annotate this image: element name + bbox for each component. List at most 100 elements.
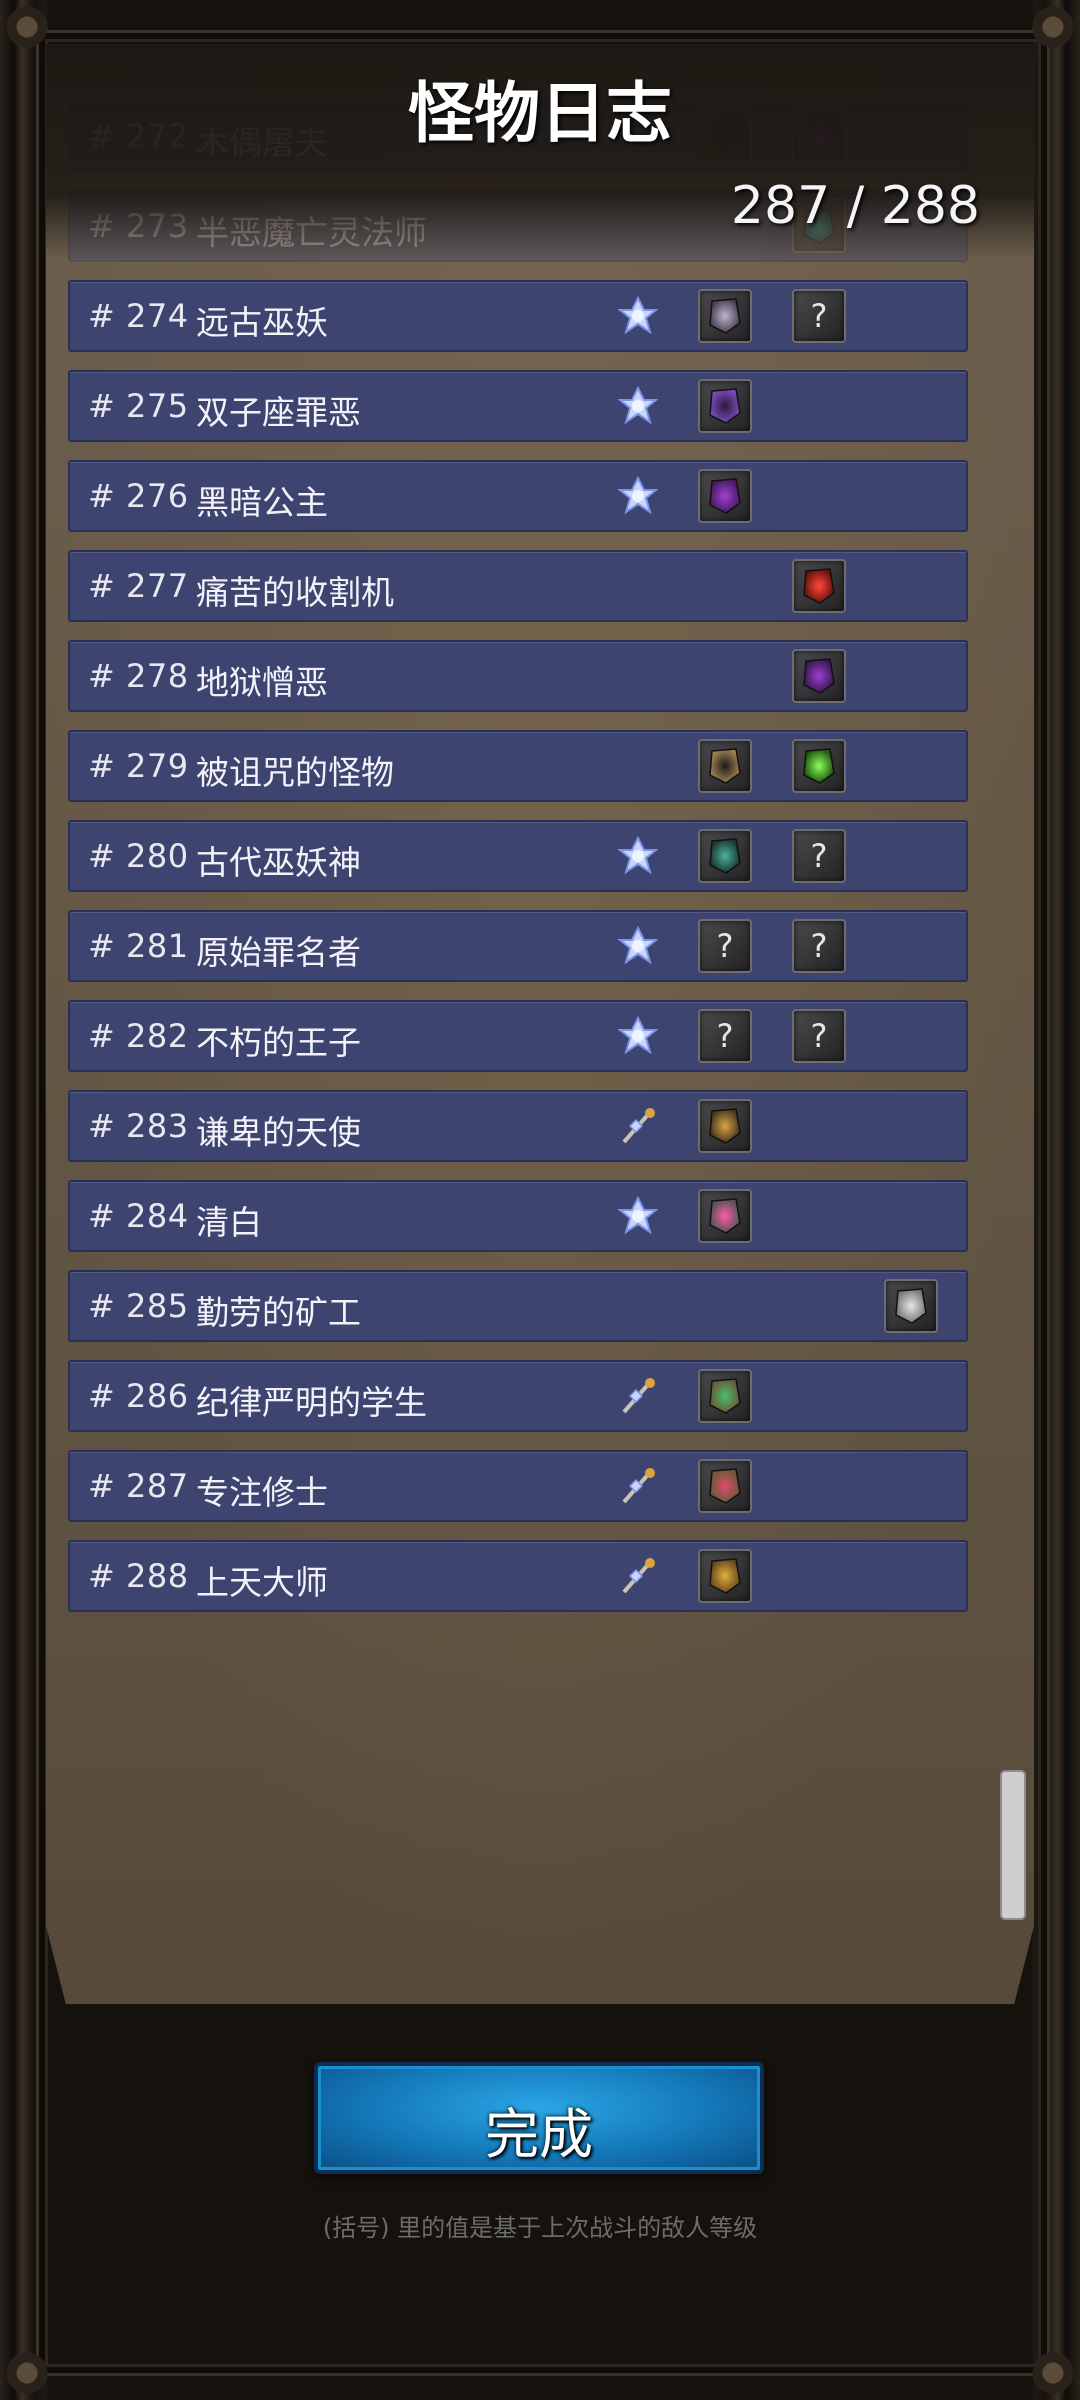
monster-name: 原始罪名者	[196, 933, 361, 972]
scythe-item-slot[interactable]	[698, 289, 752, 343]
monster-name: 清白	[196, 1203, 262, 1242]
green-rune-item-slot[interactable]	[792, 739, 846, 793]
monster-name: 远古巫妖	[196, 303, 328, 342]
frame-corner-ornament	[1026, 2346, 1080, 2400]
purple-glove-item-slot[interactable]	[698, 469, 752, 523]
crystal-gem-icon	[617, 1015, 659, 1056]
monster-name: 上天大师	[196, 1563, 328, 1602]
silver-ore-icon	[895, 1288, 927, 1324]
monster-name: 被诅咒的怪物	[196, 753, 394, 792]
monster-row[interactable]: # 278 地狱憎恶	[68, 640, 968, 712]
crystal-gem-icon	[617, 1195, 659, 1236]
red-amulet-icon	[709, 1468, 741, 1504]
black-necklace-icon	[709, 748, 741, 784]
magic-wand-icon	[618, 1376, 658, 1416]
dark-cloak-icon	[709, 388, 741, 424]
monster-row[interactable]: # 274 远古巫妖?	[68, 280, 968, 352]
done-button[interactable]: 完成	[314, 2062, 764, 2174]
purple-rune-item-slot[interactable]	[792, 649, 846, 703]
silver-ore-item-slot[interactable]	[884, 1279, 938, 1333]
monster-row[interactable]: # 281 原始罪名者??	[68, 910, 968, 982]
unknown-item-slot[interactable]: ?	[792, 289, 846, 343]
crystal-gem-icon	[617, 295, 659, 336]
monster-row[interactable]: # 285 勤劳的矿工	[68, 1270, 968, 1342]
monster-number: # 288	[88, 1557, 189, 1595]
monster-name: 黑暗公主	[196, 483, 328, 522]
monster-number: # 286	[88, 1377, 189, 1415]
green-claw-icon	[709, 838, 741, 874]
monster-number: # 282	[88, 1017, 189, 1055]
dark-cloak-item-slot[interactable]	[698, 379, 752, 433]
crystal-gem-icon	[617, 385, 659, 426]
crystal-gem-icon	[617, 925, 659, 966]
monster-row[interactable]: # 279 被诅咒的怪物	[68, 730, 968, 802]
unknown-item-slot[interactable]: ?	[792, 829, 846, 883]
frame-corner-ornament	[0, 2346, 54, 2400]
green-claw-item-slot[interactable]	[698, 829, 752, 883]
red-rune-icon	[803, 568, 835, 604]
green-rune-icon	[803, 748, 835, 784]
unknown-item-slot[interactable]: ?	[698, 919, 752, 973]
monster-row[interactable]: # 280 古代巫妖神?	[68, 820, 968, 892]
frame-corner-ornament	[1026, 0, 1080, 54]
crystal-gem-icon	[617, 475, 659, 516]
unknown-item-slot[interactable]: ?	[792, 919, 846, 973]
monster-row[interactable]: # 286 纪律严明的学生	[68, 1360, 968, 1432]
golden-staff-icon	[709, 1108, 741, 1144]
monster-row[interactable]: # 277 痛苦的收割机	[68, 550, 968, 622]
unknown-item-slot[interactable]: ?	[698, 1009, 752, 1063]
question-mark-icon: ?	[810, 837, 828, 875]
monster-number: # 273	[88, 207, 189, 245]
monster-number: # 283	[88, 1107, 189, 1145]
monster-row[interactable]: # 276 黑暗公主	[68, 460, 968, 532]
monster-row[interactable]: # 287 专注修士	[68, 1450, 968, 1522]
purple-glove-icon	[709, 478, 741, 514]
monster-name: 痛苦的收割机	[196, 573, 394, 612]
gold-amulet-icon	[709, 1558, 741, 1594]
monster-name: 谦卑的天使	[196, 1113, 361, 1152]
monster-number: # 280	[88, 837, 189, 875]
crystal-gem-icon	[617, 835, 659, 876]
monster-row[interactable]: # 275 双子座罪恶	[68, 370, 968, 442]
monster-number: # 275	[88, 387, 189, 425]
red-rune-item-slot[interactable]	[792, 559, 846, 613]
page-title: 怪物日志	[408, 75, 672, 152]
magic-wand-icon	[618, 1556, 658, 1596]
monster-number: # 287	[88, 1467, 189, 1505]
scrollbar-thumb[interactable]	[1000, 1770, 1026, 1920]
question-mark-icon: ?	[810, 297, 828, 335]
monster-number: # 284	[88, 1197, 189, 1235]
question-mark-icon: ?	[716, 927, 734, 965]
magic-wand-icon	[618, 1466, 658, 1506]
green-amulet-item-slot[interactable]	[698, 1369, 752, 1423]
monster-number: # 274	[88, 297, 189, 335]
monster-list[interactable]: # 272 木偶屠夫 # 273 半恶魔亡灵法师 # 274 远古巫妖? # 275 双子座罪…	[68, 100, 968, 1620]
monster-row[interactable]: # 283 谦卑的天使	[68, 1090, 968, 1162]
monster-number: # 285	[88, 1287, 189, 1325]
monster-name: 古代巫妖神	[196, 843, 361, 882]
question-mark-icon: ?	[810, 1017, 828, 1055]
scythe-icon	[709, 298, 741, 334]
golden-staff-item-slot[interactable]	[698, 1099, 752, 1153]
footnote-text: (括号) 里的值是基于上次战斗的敌人等级	[322, 2214, 758, 2242]
red-amulet-item-slot[interactable]	[698, 1459, 752, 1513]
pink-pendant-icon	[709, 1198, 741, 1234]
monster-number: # 281	[88, 927, 189, 965]
monster-name: 纪律严明的学生	[196, 1383, 427, 1422]
black-necklace-item-slot[interactable]	[698, 739, 752, 793]
gold-amulet-item-slot[interactable]	[698, 1549, 752, 1603]
pink-pendant-item-slot[interactable]	[698, 1189, 752, 1243]
monster-name: 不朽的王子	[196, 1023, 361, 1062]
monster-number: # 279	[88, 747, 189, 785]
monster-row[interactable]: # 282 不朽的王子??	[68, 1000, 968, 1072]
question-mark-icon: ?	[810, 927, 828, 965]
discovered-counter: 287 / 288	[730, 176, 980, 236]
monster-row[interactable]: # 288 上天大师	[68, 1540, 968, 1612]
unknown-item-slot[interactable]: ?	[792, 1009, 846, 1063]
monster-row[interactable]: # 284 清白	[68, 1180, 968, 1252]
monster-number: # 277	[88, 567, 189, 605]
green-amulet-icon	[709, 1378, 741, 1414]
monster-name: 专注修士	[196, 1473, 328, 1512]
done-button-label: 完成	[485, 2103, 593, 2166]
purple-rune-icon	[803, 658, 835, 694]
